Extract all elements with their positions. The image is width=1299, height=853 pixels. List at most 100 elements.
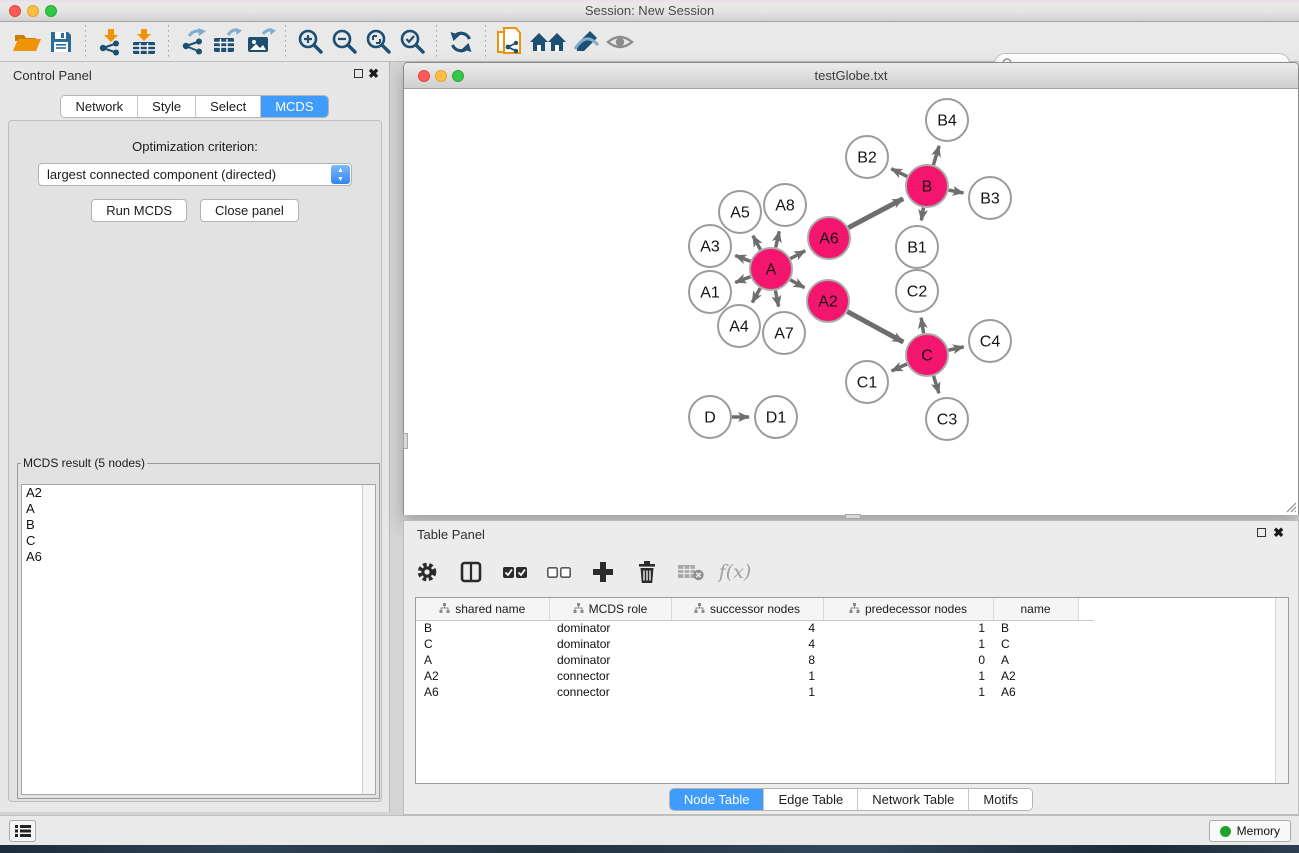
graph-edge-A-A5[interactable] — [753, 236, 761, 250]
new-network-from-selection-button[interactable] — [493, 26, 527, 58]
table-row[interactable]: Adominator80A — [416, 652, 1094, 668]
import-network-button[interactable] — [93, 26, 127, 58]
graph-edge-A-A6[interactable] — [790, 251, 805, 259]
graph-edge-C-C2[interactable] — [921, 318, 923, 334]
table-options-button[interactable] — [412, 557, 442, 587]
table-cell[interactable]: 1 — [823, 684, 993, 700]
graph-edge-A-A7[interactable] — [775, 291, 778, 307]
close-panel-button[interactable]: Close panel — [200, 199, 299, 222]
mcds-result-item[interactable]: B — [22, 517, 375, 533]
import-table-button[interactable] — [127, 26, 161, 58]
apply-layout-button[interactable] — [444, 26, 478, 58]
open-home-pages-button[interactable] — [527, 26, 569, 58]
deselect-all-button[interactable] — [544, 557, 574, 587]
graph-edge-C-C4[interactable] — [948, 347, 963, 350]
table-cell[interactable]: 0 — [823, 652, 993, 668]
table-row[interactable]: A2connector11A2 — [416, 668, 1094, 684]
graph-edge-A6-B[interactable] — [848, 199, 903, 228]
tab-motifs[interactable]: Motifs — [969, 789, 1032, 810]
column-header-MCDS-role[interactable]: MCDS role — [549, 598, 671, 620]
graph-edge-B-B2[interactable] — [891, 169, 907, 177]
tab-network-table[interactable]: Network Table — [858, 789, 969, 810]
table-cell[interactable]: B — [993, 620, 1078, 636]
graph-edge-A2-C[interactable] — [847, 312, 903, 343]
network-canvas[interactable]: AA1A2A3A4A5A6A7A8BB1B2B3B4CC1C2C3C4DD1 — [404, 89, 1298, 515]
graph-edge-A-A8[interactable] — [776, 231, 780, 247]
tab-select[interactable]: Select — [196, 96, 261, 117]
delete-table-button[interactable] — [676, 557, 706, 587]
table-cell[interactable]: A — [993, 652, 1078, 668]
tab-mcds[interactable]: MCDS — [261, 96, 327, 117]
zoom-in-button[interactable] — [293, 26, 327, 58]
result-scrollbar[interactable] — [362, 485, 375, 794]
tab-node-table[interactable]: Node Table — [670, 789, 765, 810]
mcds-result-item[interactable]: A2 — [22, 485, 375, 501]
run-mcds-button[interactable]: Run MCDS — [91, 199, 187, 222]
table-cell[interactable]: 1 — [823, 668, 993, 684]
graph-edge-C-C1[interactable] — [892, 364, 907, 371]
export-table-button[interactable] — [210, 26, 244, 58]
task-history-button[interactable] — [9, 820, 36, 842]
table-cell[interactable]: A6 — [993, 684, 1078, 700]
select-all-button[interactable] — [500, 557, 530, 587]
graph-edge-B-B1[interactable] — [921, 208, 923, 221]
table-scrollbar[interactable] — [1275, 598, 1288, 783]
resize-grip-icon[interactable] — [1283, 499, 1297, 513]
delete-columns-button[interactable] — [632, 557, 662, 587]
table-row[interactable]: Cdominator41C — [416, 636, 1094, 652]
memory-button[interactable]: Memory — [1209, 820, 1291, 842]
float-table-panel-icon[interactable] — [1257, 528, 1266, 537]
create-column-button[interactable] — [588, 557, 618, 587]
mcds-result-item[interactable]: A — [22, 501, 375, 517]
column-header-successor-nodes[interactable]: successor nodes — [671, 598, 823, 620]
table-cell[interactable]: 1 — [823, 636, 993, 652]
function-builder-button[interactable]: f(x) — [720, 557, 750, 587]
tab-edge-table[interactable]: Edge Table — [764, 789, 858, 810]
table-cell[interactable]: 4 — [671, 620, 823, 636]
open-session-button[interactable] — [10, 26, 44, 58]
graph-edge-B-B3[interactable] — [949, 190, 964, 193]
table-cell[interactable]: 1 — [671, 668, 823, 684]
mcds-result-list[interactable]: A2ABCA6 — [21, 484, 376, 795]
table-cell[interactable]: A6 — [416, 684, 549, 700]
table-cell[interactable]: dominator — [549, 636, 671, 652]
column-header-predecessor-nodes[interactable]: predecessor nodes — [823, 598, 993, 620]
graph-edge-B-B4[interactable] — [933, 146, 939, 165]
save-session-button[interactable] — [44, 26, 78, 58]
table-row[interactable]: A6connector11A6 — [416, 684, 1094, 700]
table-cell[interactable]: 4 — [671, 636, 823, 652]
show-hide-toggle-button[interactable] — [603, 26, 637, 58]
tab-network[interactable]: Network — [61, 96, 138, 117]
graph-edge-A-A1[interactable] — [735, 277, 750, 283]
table-cell[interactable]: dominator — [549, 652, 671, 668]
export-network-button[interactable] — [176, 26, 210, 58]
table-cell[interactable]: 1 — [823, 620, 993, 636]
table-cell[interactable]: C — [416, 636, 549, 652]
zoom-selected-button[interactable] — [395, 26, 429, 58]
zoom-out-button[interactable] — [327, 26, 361, 58]
horizontal-splitter-handle[interactable] — [845, 514, 861, 519]
zoom-fit-button[interactable] — [361, 26, 395, 58]
table-cell[interactable]: 8 — [671, 652, 823, 668]
table-cell[interactable]: connector — [549, 684, 671, 700]
column-header-name[interactable]: name — [993, 598, 1078, 620]
export-image-button[interactable] — [244, 26, 278, 58]
close-panel-icon[interactable]: ✖ — [368, 66, 379, 82]
table-cell[interactable]: 1 — [671, 684, 823, 700]
mcds-result-item[interactable]: C — [22, 533, 375, 549]
node-table[interactable]: shared nameMCDS rolesuccessor nodesprede… — [415, 597, 1289, 784]
table-cell[interactable]: A2 — [993, 668, 1078, 684]
graph-edge-C-C3[interactable] — [934, 376, 939, 393]
graph-edge-A-A2[interactable] — [790, 280, 804, 288]
table-cell[interactable]: connector — [549, 668, 671, 684]
table-cell[interactable]: A2 — [416, 668, 549, 684]
graph-edge-A-A3[interactable] — [735, 256, 750, 262]
column-header-shared-name[interactable]: shared name — [416, 598, 549, 620]
splitter-handle[interactable] — [403, 433, 408, 449]
close-table-panel-icon[interactable]: ✖ — [1273, 525, 1284, 541]
graph-edge-A-A4[interactable] — [752, 288, 760, 302]
table-row[interactable]: Bdominator41B — [416, 620, 1094, 636]
table-cell[interactable]: B — [416, 620, 549, 636]
float-panel-icon[interactable] — [354, 69, 363, 78]
hide-graphics-details-button[interactable] — [569, 26, 603, 58]
